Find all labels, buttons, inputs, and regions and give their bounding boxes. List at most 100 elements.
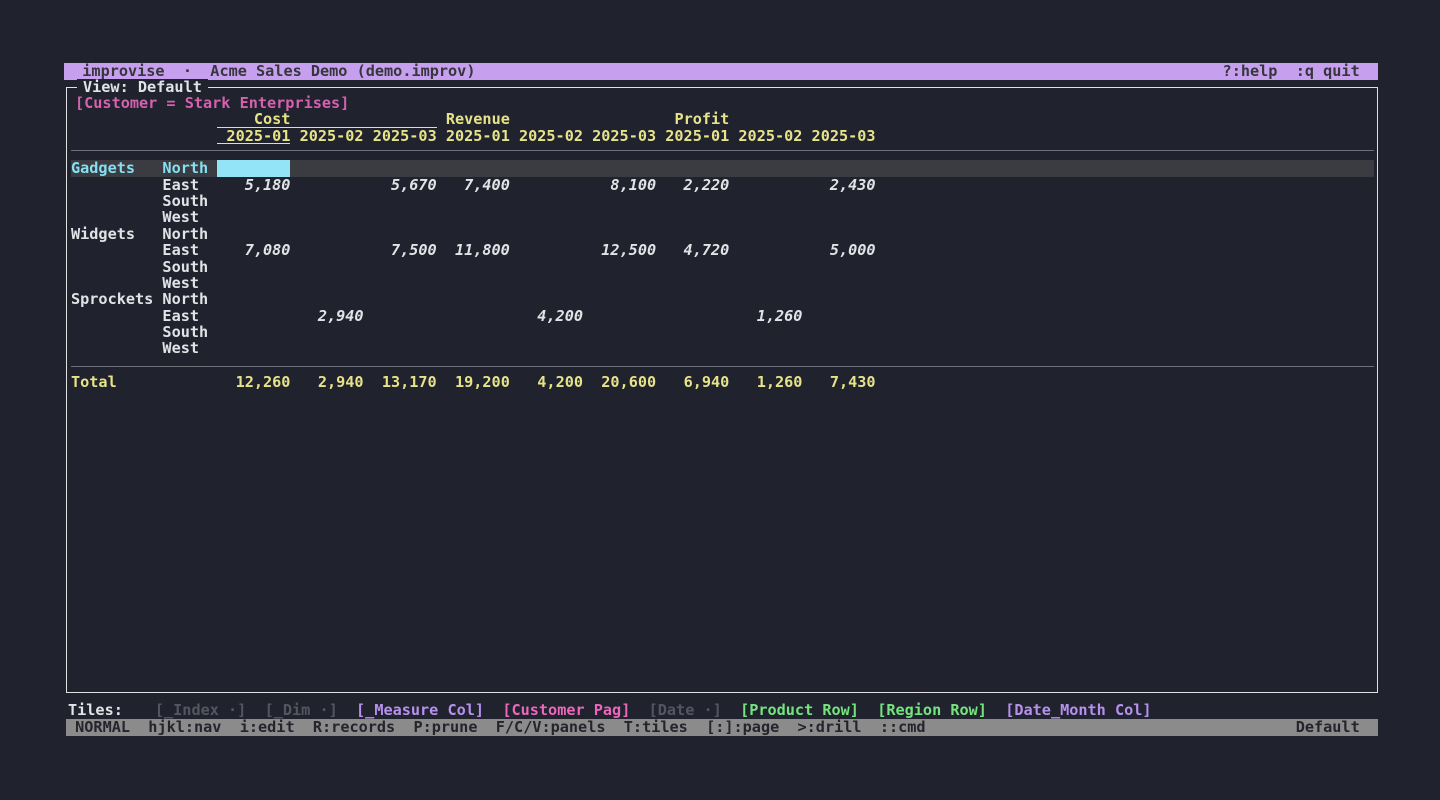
- table-row[interactable]: GadgetsNorth: [71, 160, 1374, 176]
- tile-dim[interactable]: [_Dim ·]: [265, 702, 338, 718]
- value-cell[interactable]: [290, 242, 363, 258]
- value-cell[interactable]: [583, 340, 656, 356]
- value-cell[interactable]: [729, 275, 802, 291]
- value-cell[interactable]: 2,430: [802, 177, 875, 193]
- value-cell[interactable]: [217, 324, 290, 340]
- table-row[interactable]: West: [71, 275, 1374, 291]
- value-cell[interactable]: [364, 193, 437, 209]
- value-cell[interactable]: [656, 308, 729, 324]
- value-cell[interactable]: [290, 259, 363, 275]
- value-cell[interactable]: [802, 160, 875, 176]
- value-cell[interactable]: [802, 193, 875, 209]
- value-cell[interactable]: [510, 209, 583, 225]
- value-cell[interactable]: [437, 193, 510, 209]
- column-header[interactable]: 2025-03: [802, 128, 875, 144]
- value-cell[interactable]: [510, 291, 583, 307]
- value-cell[interactable]: 7,400: [437, 177, 510, 193]
- column-header[interactable]: 2025-02: [729, 128, 802, 144]
- value-cell[interactable]: [583, 209, 656, 225]
- value-cell[interactable]: [290, 177, 363, 193]
- table-row[interactable]: South: [71, 193, 1374, 209]
- value-cell[interactable]: [217, 275, 290, 291]
- value-cell[interactable]: 2,220: [656, 177, 729, 193]
- table-row[interactable]: West: [71, 209, 1374, 225]
- value-cell[interactable]: [802, 340, 875, 356]
- table-row[interactable]: East2,9404,2001,260: [71, 308, 1374, 324]
- value-cell[interactable]: [437, 226, 510, 242]
- value-cell[interactable]: [290, 193, 363, 209]
- tile-date-month[interactable]: [Date_Month Col]: [1005, 702, 1151, 718]
- value-cell[interactable]: [802, 308, 875, 324]
- value-cell[interactable]: [729, 340, 802, 356]
- value-cell[interactable]: [217, 340, 290, 356]
- filter-badge[interactable]: [Customer = Stark Enterprises]: [71, 95, 1374, 111]
- value-cell[interactable]: [217, 226, 290, 242]
- tile-index[interactable]: [_Index ·]: [155, 702, 246, 718]
- value-cell[interactable]: [802, 209, 875, 225]
- value-cell[interactable]: [583, 226, 656, 242]
- value-cell[interactable]: 12,500: [583, 242, 656, 258]
- value-cell[interactable]: [656, 259, 729, 275]
- value-cell[interactable]: [729, 242, 802, 258]
- value-cell[interactable]: [510, 177, 583, 193]
- value-cell[interactable]: [437, 340, 510, 356]
- table-row[interactable]: South: [71, 324, 1374, 340]
- value-cell[interactable]: [364, 209, 437, 225]
- value-cell[interactable]: [290, 209, 363, 225]
- value-cell[interactable]: 5,670: [364, 177, 437, 193]
- value-cell[interactable]: [364, 291, 437, 307]
- value-cell[interactable]: [656, 226, 729, 242]
- value-cell[interactable]: [364, 160, 437, 176]
- value-cell[interactable]: [729, 177, 802, 193]
- value-cell[interactable]: [290, 275, 363, 291]
- value-cell[interactable]: [510, 275, 583, 291]
- value-cell[interactable]: [729, 209, 802, 225]
- value-cell[interactable]: [583, 291, 656, 307]
- column-header[interactable]: 2025-02: [290, 128, 363, 144]
- value-cell[interactable]: [656, 291, 729, 307]
- value-cell[interactable]: 4,200: [510, 308, 583, 324]
- value-cell[interactable]: [583, 259, 656, 275]
- value-cell[interactable]: [217, 308, 290, 324]
- value-cell[interactable]: [217, 291, 290, 307]
- value-cell[interactable]: [437, 291, 510, 307]
- value-cell[interactable]: [729, 291, 802, 307]
- cursor-cell[interactable]: [217, 160, 290, 176]
- value-cell[interactable]: [290, 324, 363, 340]
- value-cell[interactable]: [510, 226, 583, 242]
- value-cell[interactable]: [656, 160, 729, 176]
- column-header[interactable]: 2025-03: [583, 128, 656, 144]
- column-header[interactable]: 2025-02: [510, 128, 583, 144]
- value-cell[interactable]: [364, 308, 437, 324]
- value-cell[interactable]: [656, 324, 729, 340]
- value-cell[interactable]: 11,800: [437, 242, 510, 258]
- value-cell[interactable]: [364, 226, 437, 242]
- value-cell[interactable]: [290, 291, 363, 307]
- value-cell[interactable]: [364, 340, 437, 356]
- value-cell[interactable]: 2,940: [290, 308, 363, 324]
- value-cell[interactable]: [437, 275, 510, 291]
- value-cell[interactable]: 5,180: [217, 177, 290, 193]
- value-cell[interactable]: [656, 193, 729, 209]
- value-cell[interactable]: 8,100: [583, 177, 656, 193]
- value-cell[interactable]: [583, 308, 656, 324]
- table-row[interactable]: West: [71, 340, 1374, 356]
- tile-region[interactable]: [Region Row]: [877, 702, 987, 718]
- value-cell[interactable]: [583, 193, 656, 209]
- value-cell[interactable]: [217, 259, 290, 275]
- table-row[interactable]: East7,0807,50011,80012,5004,7205,000: [71, 242, 1374, 258]
- value-cell[interactable]: [290, 340, 363, 356]
- tile-date[interactable]: [Date ·]: [649, 702, 722, 718]
- tile-measure[interactable]: [_Measure Col]: [356, 702, 484, 718]
- value-cell[interactable]: [437, 259, 510, 275]
- value-cell[interactable]: 4,720: [656, 242, 729, 258]
- value-cell[interactable]: [729, 324, 802, 340]
- value-cell[interactable]: [656, 209, 729, 225]
- value-cell[interactable]: [437, 308, 510, 324]
- table-row[interactable]: South: [71, 259, 1374, 275]
- value-cell[interactable]: [729, 226, 802, 242]
- value-cell[interactable]: [437, 324, 510, 340]
- value-cell[interactable]: [364, 259, 437, 275]
- value-cell[interactable]: [583, 324, 656, 340]
- value-cell[interactable]: [437, 209, 510, 225]
